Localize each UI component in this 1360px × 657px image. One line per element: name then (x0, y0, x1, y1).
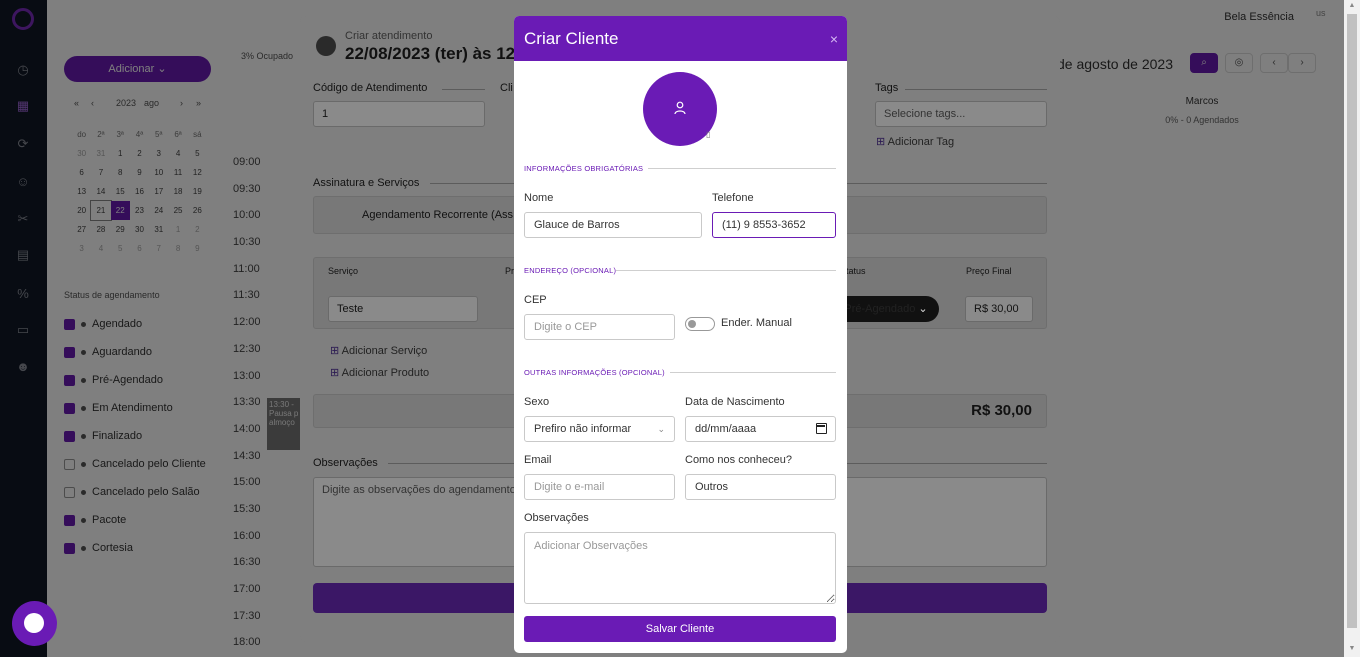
codigo-input[interactable]: 1 (313, 101, 485, 127)
nome-label: Nome (524, 192, 554, 204)
add-tag-link[interactable]: ⊞ Adicionar Tag (876, 135, 954, 148)
section-line (616, 270, 836, 271)
email-input[interactable] (524, 474, 675, 500)
sexo-value: Prefiro não informar (534, 423, 632, 435)
nascimento-input[interactable]: dd/mm/aaaa (685, 416, 836, 442)
section-other-title: OUTRAS INFORMAÇÕES (OPCIONAL) (524, 368, 665, 377)
manual-address-label: Ender. Manual (721, 317, 792, 329)
conheceu-label: Como nos conheceu? (685, 454, 793, 466)
servico-select[interactable]: Teste (328, 296, 478, 322)
scroll-up-arrow-icon[interactable]: ▲ (1347, 2, 1357, 12)
assinatura-label: Assinatura e Serviços (313, 177, 420, 189)
obs-label: Observações (313, 457, 378, 469)
section-line (905, 89, 1047, 90)
appointment-title: 22/08/2023 (ter) às 12 (345, 44, 516, 63)
user-icon (674, 101, 686, 115)
total-value: R$ 30,00 (971, 402, 1032, 419)
col-partial: Pr (505, 266, 514, 276)
section-line (670, 372, 836, 373)
modal-title: Criar Cliente (524, 29, 619, 48)
create-client-modal: Criar Cliente × ▯ INFORMAÇÕES OBRIGATÓRI… (514, 16, 847, 653)
sexo-select[interactable]: Prefiro não informar ⌄ (524, 416, 675, 442)
obs-label: Observações (524, 512, 589, 524)
cliente-label: Cli (500, 82, 513, 94)
preco-input[interactable]: R$ 30,00 (965, 296, 1033, 322)
section-line (442, 89, 485, 90)
manual-address-toggle[interactable] (685, 317, 715, 331)
section-address-title: ENDEREÇO (OPCIONAL) (524, 266, 617, 275)
tags-select[interactable]: Selecione tags... (875, 101, 1047, 127)
whatsapp-icon[interactable] (316, 36, 336, 56)
telefone-label: Telefone (712, 192, 754, 204)
nascimento-placeholder: dd/mm/aaaa (695, 423, 757, 435)
page-scrollbar[interactable]: ▲ ▼ (1344, 0, 1360, 657)
obs-textarea[interactable] (524, 532, 836, 604)
nome-input[interactable] (524, 212, 702, 238)
cep-label: CEP (524, 294, 547, 306)
scroll-thumb[interactable] (1347, 14, 1357, 628)
scroll-down-arrow-icon[interactable]: ▼ (1347, 645, 1357, 655)
close-icon[interactable]: × (830, 31, 838, 47)
chat-bubble-button[interactable] (12, 601, 57, 646)
save-client-button[interactable]: Salvar Cliente (524, 616, 836, 642)
tags-label: Tags (875, 82, 899, 94)
nascimento-label: Data de Nascimento (685, 396, 785, 408)
section-required-title: INFORMAÇÕES OBRIGATÓRIAS (524, 164, 644, 173)
calendar-icon[interactable] (816, 423, 827, 434)
telefone-input[interactable] (712, 212, 836, 238)
codigo-label: Código de Atendimento (313, 82, 428, 94)
conheceu-input[interactable] (685, 474, 836, 500)
modal-header: Criar Cliente × (514, 16, 847, 61)
sexo-label: Sexo (524, 396, 550, 408)
section-line (648, 168, 836, 169)
status-pill[interactable]: Pré-Agendado ⌄ (833, 296, 939, 322)
chevron-down-icon: ⌄ (657, 424, 665, 434)
col-preco: Preço Final (966, 266, 1012, 276)
edit-photo-icon[interactable]: ▯ (706, 130, 710, 139)
add-produto-link[interactable]: ⊞ Adicionar Produto (330, 366, 429, 379)
email-label: Email (524, 454, 552, 466)
add-servico-link[interactable]: ⊞ Adicionar Serviço (330, 344, 427, 357)
cep-input[interactable] (524, 314, 675, 340)
appointment-subtitle: Criar atendimento (345, 30, 433, 42)
col-servico: Serviço (328, 266, 359, 276)
recorrente-label: Agendamento Recorrente (Ass (362, 209, 514, 221)
